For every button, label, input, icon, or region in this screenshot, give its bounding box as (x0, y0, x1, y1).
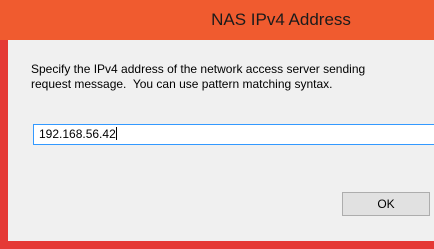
description-text: Specify the IPv4 address of the network … (31, 62, 434, 92)
description-line-1: Specify the IPv4 address of the network … (31, 62, 366, 76)
text-caret (115, 127, 117, 140)
ipv4-address-value: 192.168.56.42 (39, 127, 117, 142)
nas-ipv4-address-dialog: NAS IPv4 Address Specify the IPv4 addres… (0, 0, 434, 249)
description-line-2: request message. You can use pattern mat… (31, 77, 333, 91)
window-title: NAS IPv4 Address (211, 10, 351, 29)
ok-button[interactable]: OK (342, 192, 430, 216)
title-bar[interactable]: NAS IPv4 Address (0, 0, 434, 40)
ipv4-address-input[interactable]: 192.168.56.42 (33, 124, 434, 145)
window-frame-bottom (0, 241, 434, 249)
dialog-body: Specify the IPv4 address of the network … (8, 40, 434, 241)
ipv4-address-text: 192.168.56.42 (39, 127, 116, 141)
